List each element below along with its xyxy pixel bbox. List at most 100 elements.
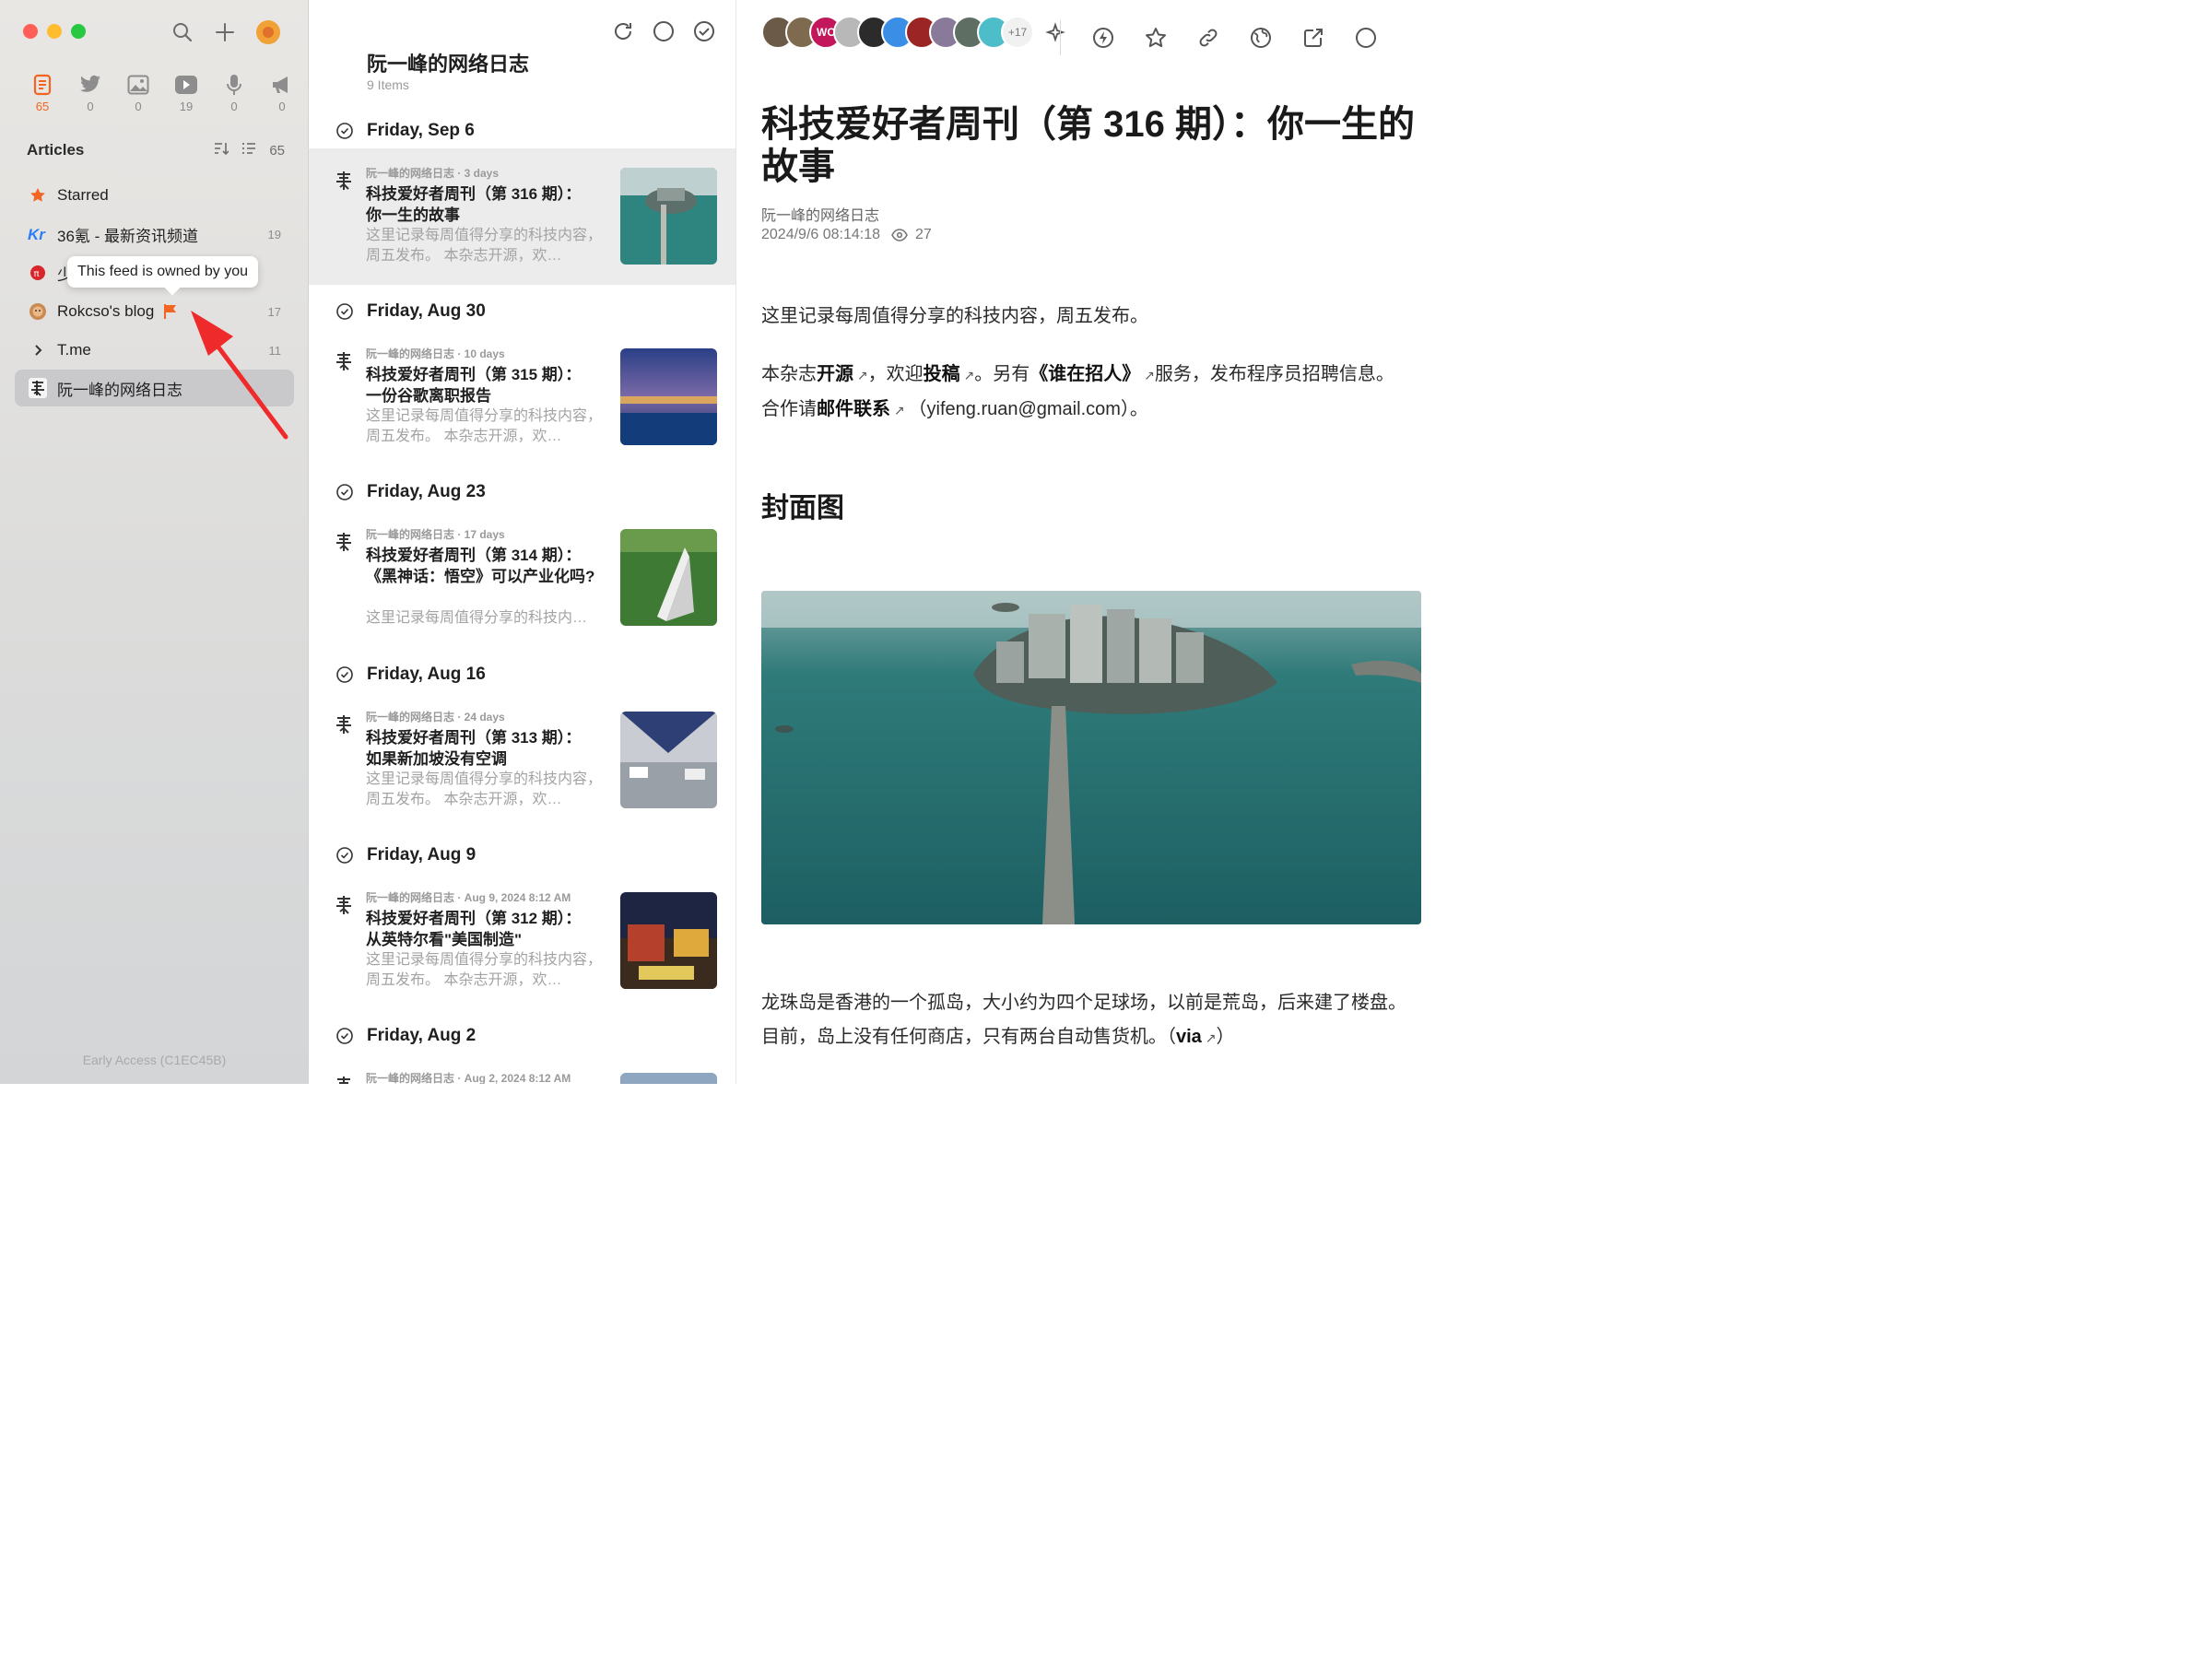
check-circle-icon[interactable] (336, 666, 353, 683)
link-email[interactable]: 邮件联系 (817, 399, 890, 419)
more-readers-badge[interactable]: +17 (1001, 16, 1034, 49)
refresh-icon[interactable] (612, 20, 634, 47)
article-paragraph: 本杂志开源 ↗，欢迎投稿 ↗。另有《谁在招人》 ↗服务，发布程序员招聘信息。合作… (761, 358, 1406, 428)
article-date: 2024/9/6 08:14:18 (761, 227, 881, 242)
link-via[interactable]: via (1176, 1027, 1202, 1047)
link-open-source[interactable]: 开源 (817, 364, 853, 384)
list-item[interactable]: 阮一峰的网络日志 · 17 days 科技爱好者周刊（第 314 期）：《黑神话… (309, 510, 735, 646)
section-header: Articles 65 (27, 141, 285, 159)
feed-count: 19 (267, 227, 281, 241)
ruanyifeng-logo-icon (336, 896, 351, 914)
link-submit[interactable]: 投稿 (924, 364, 960, 384)
list-item[interactable]: 阮一峰的网络日志 · Aug 9, 2024 8:12 AM 科技爱好者周刊（第… (309, 873, 735, 1009)
day-label: Friday, Aug 2 (367, 1026, 477, 1045)
view-videos[interactable]: 19 (162, 72, 210, 113)
search-icon[interactable] (171, 21, 194, 43)
unread-filter-icon[interactable] (653, 20, 675, 47)
check-circle-icon[interactable] (336, 484, 353, 500)
day-label: Friday, Aug 16 (367, 665, 486, 684)
list-item[interactable]: 阮一峰的网络日志 · Aug 2, 2024 8:12 AM (309, 1053, 735, 1084)
check-circle-icon[interactable] (336, 123, 353, 139)
check-circle-icon[interactable] (336, 303, 353, 320)
close-window-button[interactable] (23, 24, 38, 39)
check-circle-icon[interactable] (336, 1028, 353, 1044)
cover-image (761, 591, 1421, 924)
reader-avatars[interactable]: WC +17 (761, 16, 1065, 49)
list-item[interactable]: 阮一峰的网络日志 · 24 days 科技爱好者周刊（第 313 期）：如果新加… (309, 692, 735, 829)
day-header[interactable]: Friday, Aug 16 (309, 654, 735, 695)
mark-all-read-icon[interactable] (693, 20, 715, 47)
feed-label: Starred (57, 186, 109, 204)
day-header[interactable]: Friday, Aug 2 (309, 1016, 735, 1056)
entry-description: 这里记录每周值得分享的科技内容，周五发布。 本杂志开源，欢… (366, 952, 603, 988)
day-header[interactable]: Friday, Sep 6 (309, 111, 735, 151)
external-link-icon: ↗ (853, 368, 868, 382)
chevron-right-icon[interactable] (28, 340, 48, 360)
minimize-window-button[interactable] (47, 24, 62, 39)
toolbar-divider (1060, 20, 1061, 55)
view-count: 0 (230, 100, 238, 113)
article-icon (18, 72, 66, 98)
entry-meta: 阮一峰的网络日志 · Aug 9, 2024 8:12 AM (366, 891, 571, 904)
external-link-icon: ↗ (890, 403, 909, 418)
sort-icon[interactable] (214, 142, 229, 159)
entry-thumbnail (620, 712, 717, 808)
ruanyifeng-logo-icon (336, 352, 351, 371)
sidebar-item-36kr[interactable]: Kr 36氪 - 最新资讯频道 19 (15, 216, 294, 253)
view-social[interactable]: 0 (66, 72, 114, 113)
sidebar-item-rokcso[interactable]: Rokcso's blog 17 (15, 293, 294, 330)
entry-meta: 阮一峰的网络日志 · Aug 2, 2024 8:12 AM (366, 1072, 571, 1084)
list-layout-icon[interactable] (241, 142, 256, 159)
sidebar-item-starred[interactable]: Starred (15, 177, 294, 214)
article-feed-name[interactable]: 阮一峰的网络日志 (761, 203, 879, 225)
zoom-window-button[interactable] (71, 24, 86, 39)
check-circle-icon[interactable] (336, 847, 353, 864)
article-title: 科技爱好者周刊（第 316 期）：你一生的故事 (761, 104, 1415, 187)
view-articles[interactable]: 65 (18, 72, 66, 113)
ruanyifeng-logo-icon (336, 171, 351, 190)
view-notifications[interactable]: 0 (258, 72, 306, 113)
entry-thumbnail (620, 168, 717, 265)
day-header[interactable]: Friday, Aug 23 (309, 472, 735, 512)
view-switcher: 65 0 0 19 0 0 (18, 72, 306, 113)
external-link-icon: ↗ (1140, 368, 1155, 382)
add-icon[interactable] (214, 21, 236, 43)
link-hiring[interactable]: 《谁在招人》 (1030, 364, 1140, 384)
view-pictures[interactable]: 0 (114, 72, 162, 113)
sidebar-item-ruanyifeng[interactable]: 阮一峰的网络日志 (15, 370, 294, 406)
user-avatar[interactable] (256, 20, 280, 44)
star-outline-icon[interactable] (1145, 27, 1167, 49)
view-count: 19 (179, 100, 194, 113)
section-count: 65 (269, 142, 285, 159)
text-run: 本杂志 (761, 364, 817, 384)
day-header[interactable]: Friday, Aug 30 (309, 291, 735, 332)
article-paragraph: 龙珠岛是香港的一个孤岛，大小约为四个足球场，以前是荒岛，后来建了楼盘。目前，岛上… (761, 986, 1406, 1055)
video-icon (162, 72, 210, 98)
mark-read-circle-icon[interactable] (1355, 27, 1377, 49)
entry-description: 这里记录每周值得分享的科技内容，周五发布。 本杂志开源，欢… (366, 408, 603, 444)
day-label: Friday, Aug 9 (367, 845, 477, 865)
entry-description: 这里记录每周值得分享的科技内容，周五发布。 本杂志开源，欢… (366, 228, 603, 264)
day-header[interactable]: Friday, Aug 9 (309, 835, 735, 876)
globe-icon[interactable] (1250, 27, 1272, 49)
entry-title: 科技爱好者周刊（第 314 期）：《黑神话：悟空》可以产业化吗? (366, 547, 595, 585)
link-icon[interactable] (1197, 27, 1219, 49)
megaphone-icon (258, 72, 306, 98)
entry-title: 科技爱好者周刊（第 315 期）：一份谷歌离职报告 (366, 366, 582, 405)
list-item[interactable]: 阮一峰的网络日志 · 3 days 科技爱好者周刊（第 316 期）：你一生的故… (309, 148, 735, 285)
lightning-icon[interactable] (1092, 27, 1114, 49)
article-date-row: 2024/9/6 08:14:18 27 (761, 227, 932, 243)
list-item[interactable]: 阮一峰的网络日志 · 10 days 科技爱好者周刊（第 315 期）：一份谷歌… (309, 329, 735, 465)
list-title: 阮一峰的网络日志 (367, 53, 530, 76)
sidebar-item-tme[interactable]: T.me 11 (15, 332, 294, 369)
entry-description: 这里记录每周值得分享的科技内容，周五发布。 本杂志开源，欢… (366, 771, 603, 807)
entry-thumbnail (620, 348, 717, 445)
view-audio[interactable]: 0 (210, 72, 258, 113)
external-link-icon: ↗ (1201, 1030, 1217, 1045)
build-version: Early Access (C1EC45B) (82, 1053, 227, 1067)
feed-label: T.me (57, 341, 91, 359)
share-icon[interactable] (1302, 27, 1324, 49)
entry-thumbnail (620, 892, 717, 989)
article-paragraph: 这里记录每周值得分享的科技内容，周五发布。 (761, 306, 1148, 326)
entry-meta: 阮一峰的网络日志 · 24 days (366, 711, 505, 724)
